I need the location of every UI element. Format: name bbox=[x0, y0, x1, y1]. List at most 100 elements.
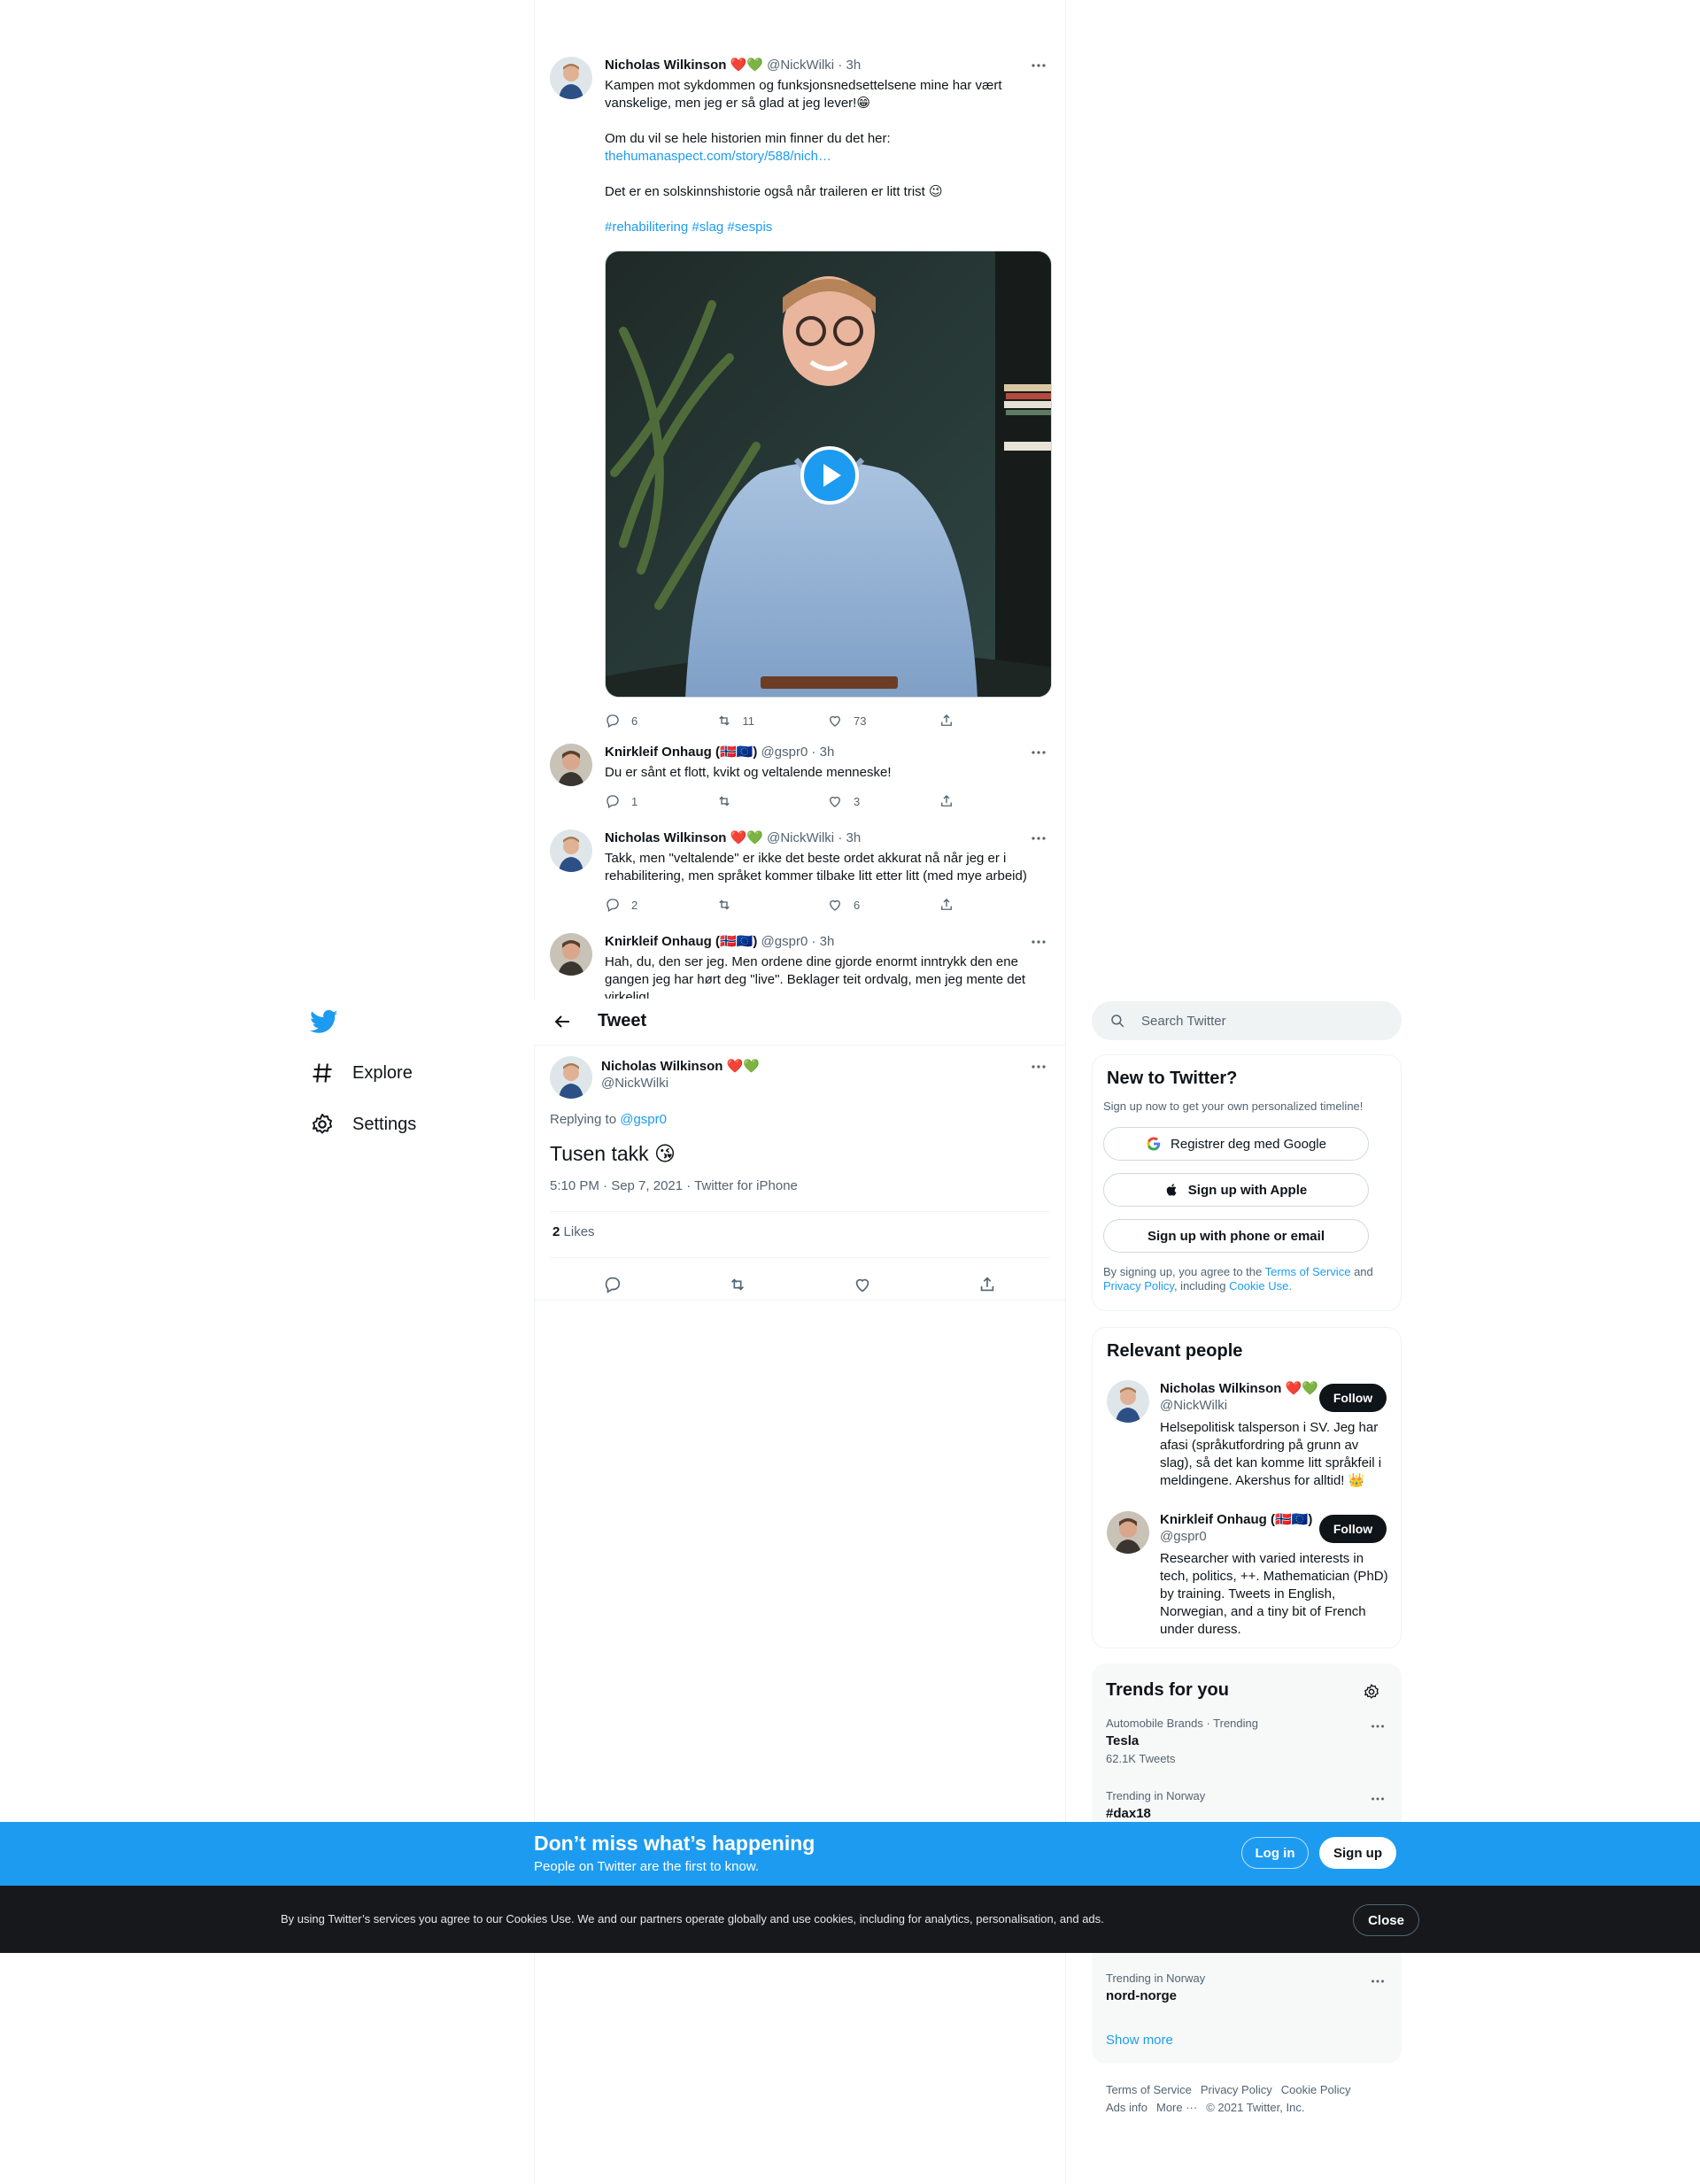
author-name[interactable]: Nicholas Wilkinson bbox=[605, 58, 726, 73]
retweet-button[interactable] bbox=[716, 793, 828, 809]
author-name[interactable]: Nicholas Wilkinson ❤️💚 bbox=[601, 1058, 760, 1074]
tweet-time[interactable]: · 3h bbox=[811, 745, 834, 760]
google-icon bbox=[1147, 1137, 1161, 1151]
reply-count: 6 bbox=[631, 714, 638, 728]
trend-item[interactable]: Automobile Brands · Trending Tesla 62.1K… bbox=[1106, 1717, 1387, 1765]
avatar[interactable] bbox=[1107, 1511, 1149, 1554]
tweet-meta[interactable]: 5:10 PM · Sep 7, 2021 · Twitter for iPho… bbox=[550, 1178, 798, 1193]
share-button[interactable] bbox=[939, 793, 1050, 809]
legal-and: and bbox=[1354, 1265, 1373, 1278]
search-box[interactable]: Search Twitter bbox=[1092, 1001, 1402, 1040]
cookie-use-link[interactable]: Cookie Use. bbox=[1229, 1279, 1292, 1293]
like-button[interactable]: 6 bbox=[827, 897, 939, 913]
more-options-icon[interactable] bbox=[1368, 1972, 1387, 1991]
footer-terms-link[interactable]: Terms of Service bbox=[1106, 2083, 1192, 2096]
google-signup-button[interactable]: Registrer deg med Google bbox=[1103, 1127, 1369, 1161]
reply-button[interactable]: 2 bbox=[605, 897, 716, 913]
author-name[interactable]: Knirkleif Onhaug (🇳🇴🇪🇺) bbox=[605, 745, 757, 760]
avatar[interactable] bbox=[550, 744, 592, 786]
tweet-text-line: Det er en solskinnshistorie også når tra… bbox=[605, 184, 943, 199]
more-options-icon[interactable] bbox=[1028, 931, 1049, 953]
signup-button[interactable]: Sign up bbox=[1319, 1837, 1396, 1869]
likes-count[interactable]: 2 Likes bbox=[552, 1224, 595, 1239]
retweet-icon[interactable] bbox=[728, 1275, 747, 1294]
search-icon bbox=[1111, 1015, 1124, 1028]
legal-prefix: By signing up, you agree to the bbox=[1103, 1265, 1263, 1278]
phone-email-signup-button[interactable]: Sign up with phone or email bbox=[1103, 1219, 1369, 1253]
back-arrow-icon[interactable] bbox=[552, 1011, 573, 1032]
likes-label: Likes bbox=[563, 1224, 595, 1239]
retweet-icon bbox=[718, 899, 730, 910]
author-handle[interactable]: @NickWilki bbox=[767, 830, 834, 845]
login-button[interactable]: Log in bbox=[1241, 1837, 1309, 1869]
footer-cookie-link[interactable]: Cookie Policy bbox=[1281, 2083, 1351, 2096]
author-handle[interactable]: @gspr0 bbox=[761, 745, 808, 760]
play-icon[interactable] bbox=[800, 446, 859, 505]
story-link[interactable]: thehumanaspect.com/story/588/nich… bbox=[605, 149, 831, 164]
avatar[interactable] bbox=[550, 830, 592, 872]
avatar[interactable] bbox=[550, 933, 592, 976]
tweet-text: Tusen takk 😘 bbox=[550, 1142, 676, 1165]
replying-to-handle[interactable]: @gspr0 bbox=[620, 1112, 667, 1127]
tweet-text: Hah, du, den ser jeg. Men ordene dine gj… bbox=[605, 954, 1026, 999]
author-name[interactable]: Nicholas Wilkinson bbox=[605, 830, 726, 845]
tweet-time[interactable]: · 3h bbox=[838, 830, 861, 845]
footer-more-link[interactable]: More ··· bbox=[1156, 2101, 1197, 2114]
author-handle[interactable]: @NickWilki bbox=[601, 1076, 668, 1091]
heart-icon[interactable] bbox=[853, 1275, 872, 1294]
more-options-icon[interactable] bbox=[1368, 1717, 1387, 1736]
nav-explore[interactable]: Explore bbox=[310, 1061, 413, 1085]
tweet-time[interactable]: · 3h bbox=[811, 934, 834, 949]
retweet-button[interactable] bbox=[716, 897, 828, 913]
reply-button[interactable]: 6 bbox=[605, 713, 716, 729]
more-options-icon[interactable] bbox=[1028, 828, 1049, 849]
terms-link[interactable]: Terms of Service bbox=[1265, 1265, 1351, 1278]
cookie-close-button[interactable]: Close bbox=[1353, 1904, 1419, 1936]
more-options-icon[interactable] bbox=[1368, 1789, 1387, 1809]
follow-button[interactable]: Follow bbox=[1319, 1515, 1387, 1543]
show-more-link[interactable]: Show more bbox=[1106, 2033, 1173, 2048]
nav-settings[interactable]: Settings bbox=[310, 1112, 416, 1137]
author-handle[interactable]: @gspr0 bbox=[761, 934, 808, 949]
card-subtitle: Sign up now to get your own personalized… bbox=[1103, 1100, 1364, 1113]
footer-privacy-link[interactable]: Privacy Policy bbox=[1201, 2083, 1272, 2096]
person-name[interactable]: Knirkleif Onhaug (🇳🇴🇪🇺) bbox=[1160, 1511, 1312, 1527]
gear-icon[interactable] bbox=[1363, 1683, 1380, 1701]
footer-ads-link[interactable]: Ads info bbox=[1106, 2101, 1148, 2114]
avatar[interactable] bbox=[1107, 1380, 1149, 1423]
trend-item[interactable]: Trending in Norway nord-norge bbox=[1106, 1972, 1387, 2003]
author-handle[interactable]: @NickWilki bbox=[767, 58, 834, 73]
apple-signup-button[interactable]: Sign up with Apple bbox=[1103, 1173, 1369, 1207]
search-input[interactable]: Search Twitter bbox=[1141, 1014, 1226, 1029]
person-handle[interactable]: @NickWilki bbox=[1160, 1398, 1227, 1413]
share-icon[interactable] bbox=[978, 1275, 997, 1294]
like-button[interactable]: 3 bbox=[827, 793, 939, 809]
person-name[interactable]: Nicholas Wilkinson ❤️💚 bbox=[1160, 1380, 1318, 1396]
retweet-button[interactable]: 11 bbox=[716, 713, 828, 729]
privacy-link[interactable]: Privacy Policy bbox=[1103, 1279, 1174, 1293]
hashtags[interactable]: #rehabilitering #slag #sespis bbox=[605, 219, 1049, 236]
reply-button[interactable]: 1 bbox=[605, 793, 716, 809]
author-name[interactable]: Knirkleif Onhaug (🇳🇴🇪🇺) bbox=[605, 934, 757, 949]
reply-icon[interactable] bbox=[603, 1275, 622, 1294]
avatar[interactable] bbox=[550, 1056, 592, 1099]
tweet-text: Du er sånt et flott, kvikt og veltalende… bbox=[605, 765, 892, 780]
like-button[interactable]: 73 bbox=[827, 713, 939, 729]
follow-button[interactable]: Follow bbox=[1319, 1384, 1387, 1412]
more-options-icon[interactable] bbox=[1028, 742, 1049, 763]
more-options-icon[interactable] bbox=[1028, 55, 1049, 76]
trend-name: nord-norge bbox=[1106, 1988, 1177, 2003]
share-icon bbox=[940, 899, 952, 910]
twitter-logo-icon[interactable] bbox=[310, 1007, 338, 1036]
cookie-text: By using Twitter’s services you agree to… bbox=[281, 1912, 1104, 1925]
more-options-icon[interactable] bbox=[1028, 1056, 1049, 1077]
video-player[interactable] bbox=[605, 251, 1052, 698]
person-handle[interactable]: @gspr0 bbox=[1160, 1529, 1207, 1544]
tweet-time[interactable]: · 3h bbox=[838, 58, 861, 73]
trend-name: Tesla bbox=[1106, 1733, 1140, 1748]
trend-item[interactable]: Trending in Norway #dax18 bbox=[1106, 1789, 1387, 1821]
avatar[interactable] bbox=[550, 57, 592, 99]
share-button[interactable] bbox=[939, 713, 1050, 729]
person-bio: Helsepolitisk talsperson i SV. Jeg har a… bbox=[1160, 1420, 1382, 1488]
share-button[interactable] bbox=[939, 897, 1050, 913]
